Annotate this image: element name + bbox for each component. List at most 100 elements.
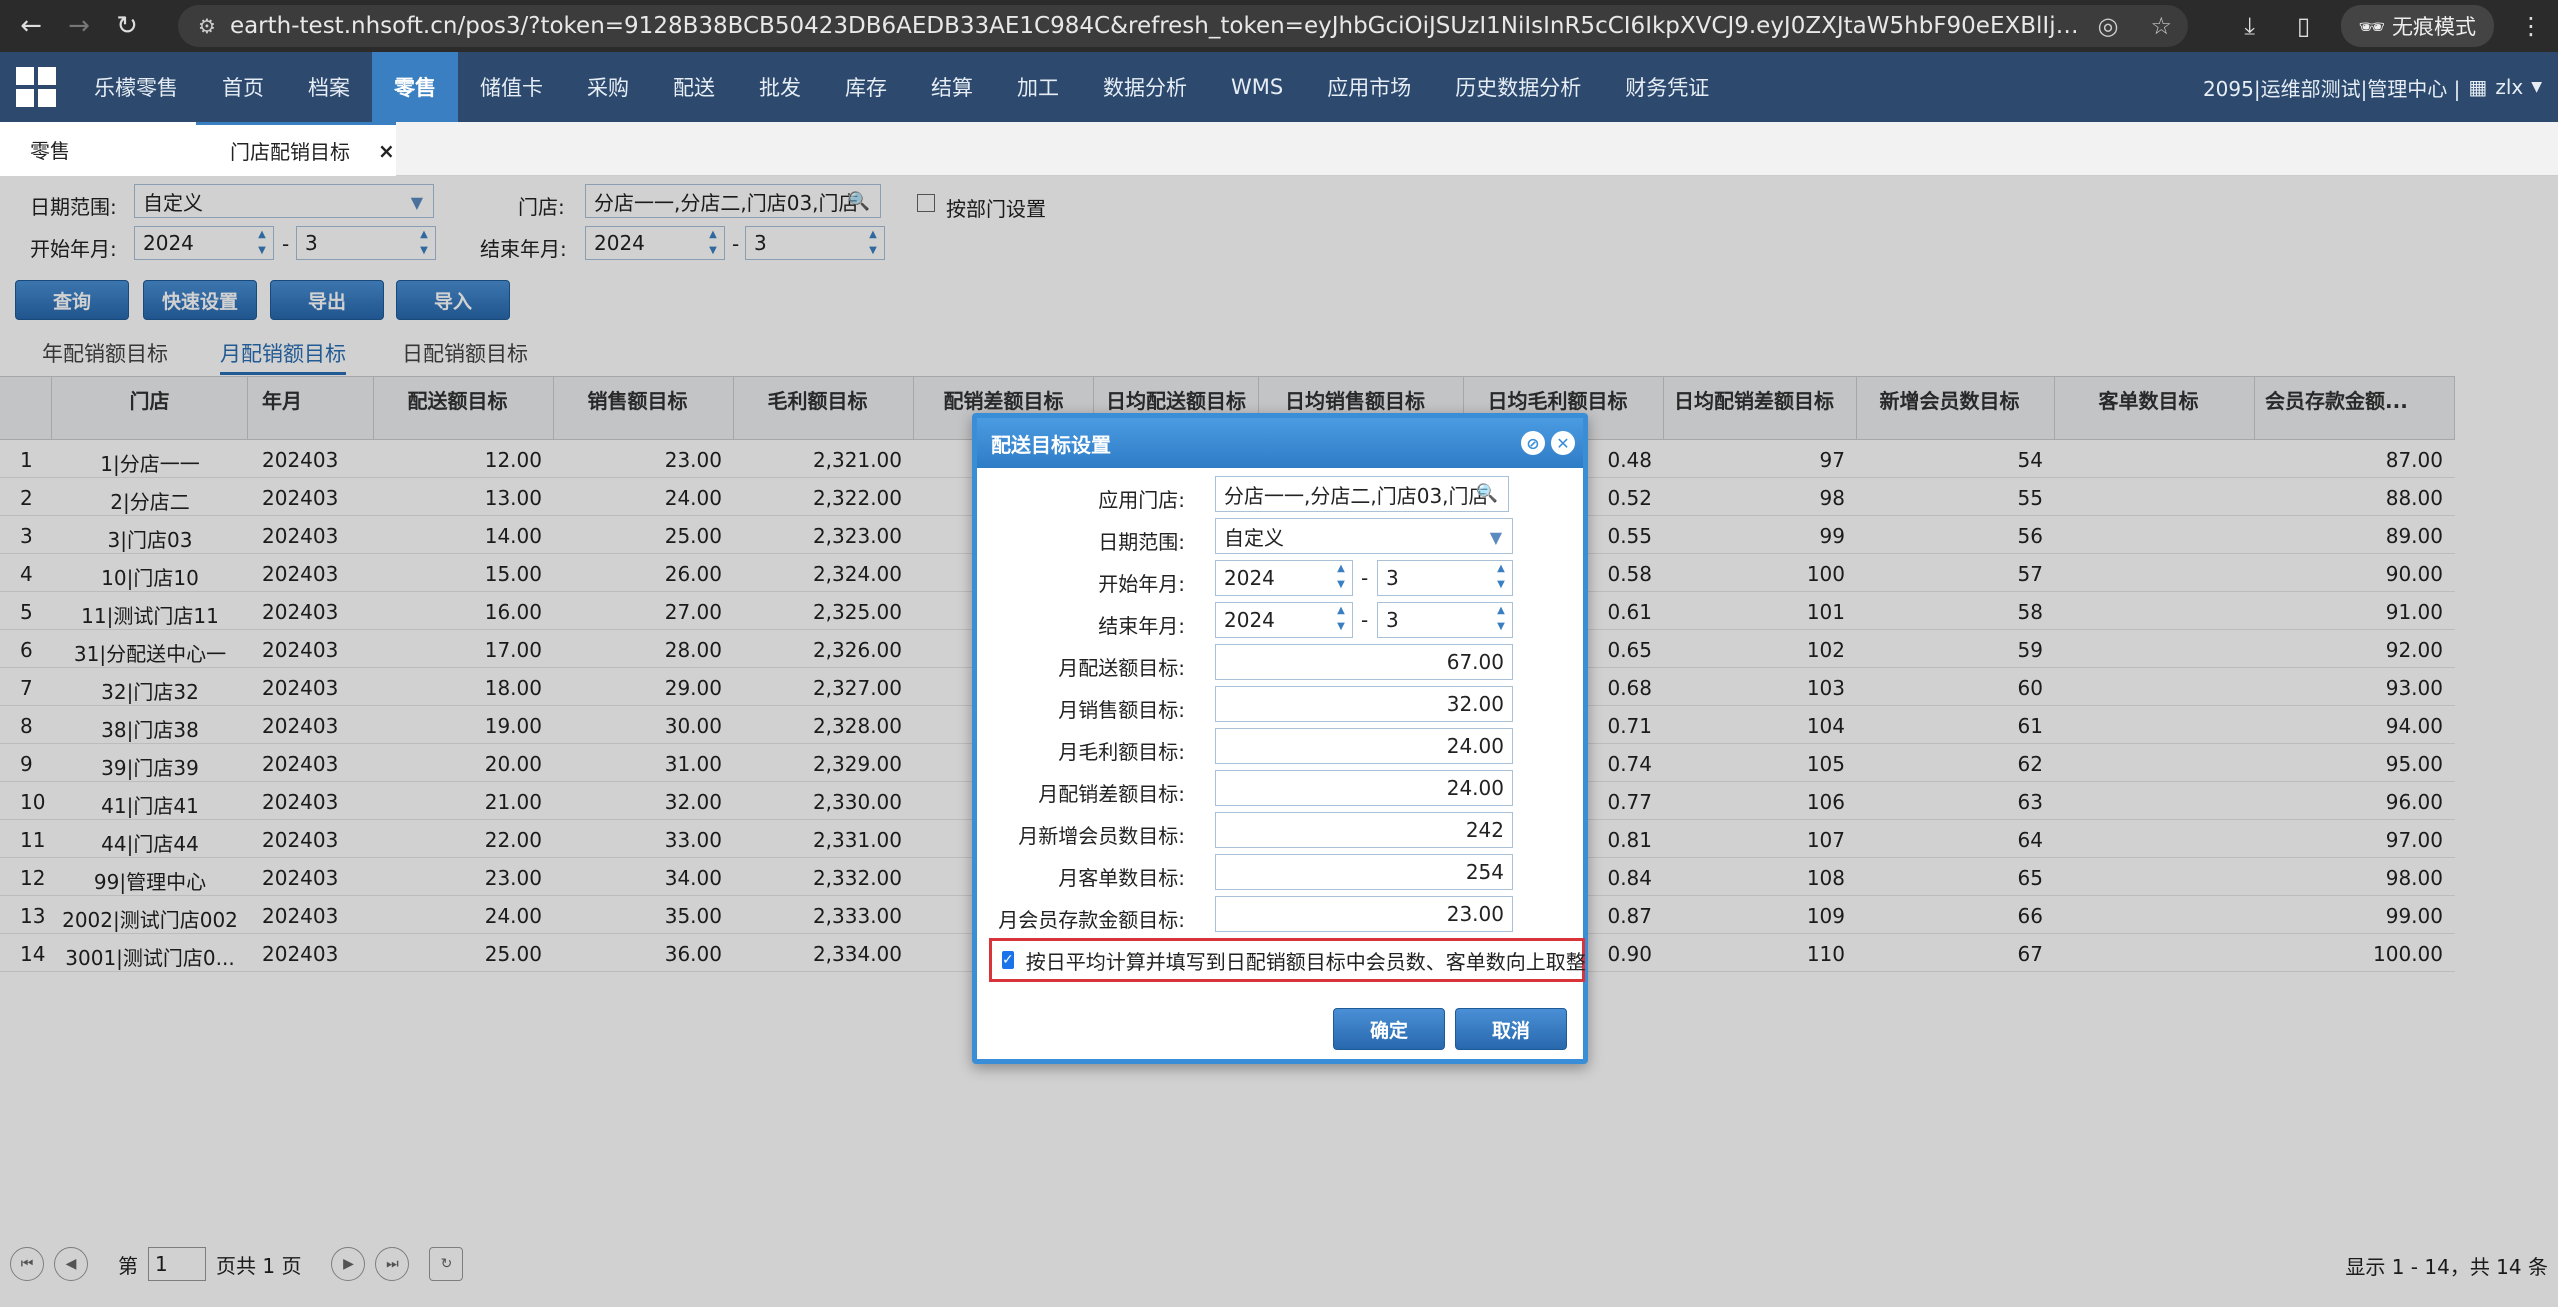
dialog-target-input[interactable]: 32.00 (1215, 686, 1513, 722)
dialog-target-label: 月配销差额目标: (1038, 782, 1185, 806)
dialog-end-month-spinner[interactable]: 3 ▲ ▼ (1377, 602, 1513, 638)
spinner-arrows-icon[interactable]: ▲ ▼ (1492, 563, 1510, 591)
nav-item-processing[interactable]: 加工 (995, 52, 1081, 122)
tab-store-target[interactable]: 门店配销目标 × (196, 122, 396, 176)
dash: - (1361, 566, 1369, 590)
eye-off-icon[interactable]: ◎ (2098, 12, 2119, 40)
menu-icon[interactable]: ⋮ (2504, 12, 2558, 40)
dialog-target-input[interactable]: 254 (1215, 854, 1513, 890)
nav-item-wms[interactable]: WMS (1209, 52, 1305, 122)
reload-icon[interactable]: ↻ (110, 9, 144, 43)
chevron-down-icon[interactable]: ▼ (2531, 79, 2542, 95)
dialog-target-row: 月新增会员数目标: 242 (977, 812, 1583, 850)
dialog-target-label: 月新增会员数目标: (1018, 824, 1185, 848)
dash: - (1361, 608, 1369, 632)
app-grid-icon[interactable] (16, 67, 56, 107)
dialog-start-year-spinner[interactable]: 2024 ▲ ▼ (1215, 560, 1353, 596)
user-name[interactable]: zlx (2495, 75, 2523, 99)
app-nav-bar: 乐檬零售 首页 档案 零售 储值卡 采购 配送 批发 库存 结算 加工 数据分析… (0, 52, 2558, 122)
nav-item-archive[interactable]: 档案 (286, 52, 372, 122)
incognito-badge[interactable]: 🕶 无痕模式 (2340, 5, 2494, 47)
incognito-label: 无痕模式 (2392, 15, 2476, 39)
dialog-title: 配送目标设置 (991, 432, 1111, 457)
nav-item-app-market[interactable]: 应用市场 (1305, 52, 1433, 122)
dialog-target-label: 月客单数目标: (1058, 866, 1185, 890)
grid-menu-icon[interactable]: ▦ (2468, 75, 2487, 99)
dialog-target-row: 月配送额目标: 67.00 (977, 644, 1583, 682)
page-tab-strip: 零售 门店配销目标 × (0, 122, 2558, 176)
nav-item-brand[interactable]: 乐檬零售 (72, 52, 200, 122)
download-icon[interactable]: ⤓ (2223, 12, 2277, 40)
dialog-row-store: 应用门店: 分店一一,分店二,门店03,门店 🔍 (977, 476, 1583, 514)
search-icon[interactable]: 🔍 (1476, 483, 1498, 504)
sidepanel-icon[interactable]: ▯ (2277, 12, 2331, 40)
dialog-target-input[interactable]: 23.00 (1215, 896, 1513, 932)
dialog-target-row: 月配销差额目标: 24.00 (977, 770, 1583, 808)
dialog-end-label: 结束年月: (1098, 614, 1185, 638)
dialog-target-input[interactable]: 24.00 (1215, 728, 1513, 764)
site-info-icon[interactable]: ⚙ (198, 14, 216, 38)
browser-toolbar: ← → ↻ ⚙ earth-test.nhsoft.cn/pos3/?token… (0, 0, 2558, 52)
nav-item-distribution[interactable]: 配送 (651, 52, 737, 122)
tab-retail[interactable]: 零售 (0, 122, 200, 176)
dialog-date-range-select[interactable]: 自定义 ▼ (1215, 518, 1513, 554)
checkbox-checked-icon[interactable]: ✓ (1002, 951, 1014, 969)
dialog-row-end: 结束年月: 2024 ▲ ▼ - 3 ▲ ▼ (977, 602, 1583, 640)
dialog-target-input[interactable]: 24.00 (1215, 770, 1513, 806)
daily-average-option[interactable]: ✓ 按日平均计算并填写到日配销额目标中会员数、客单数向上取整 (989, 938, 1586, 982)
dialog-target-label: 月毛利额目标: (1058, 740, 1185, 764)
nav-item-settlement[interactable]: 结算 (909, 52, 995, 122)
url-text: earth-test.nhsoft.cn/pos3/?token=9128B38… (229, 13, 2082, 39)
dialog-date-range-label: 日期范围: (1098, 530, 1185, 554)
nav-item-retail[interactable]: 零售 (372, 52, 458, 122)
dialog-start-label: 开始年月: (1098, 572, 1185, 596)
nav-item-history-analysis[interactable]: 历史数据分析 (1433, 52, 1603, 122)
spinner-arrows-icon[interactable]: ▲ ▼ (1332, 605, 1350, 633)
star-icon[interactable]: ☆ (2150, 12, 2172, 40)
dialog-date-range-value: 自定义 (1224, 525, 1284, 550)
close-icon[interactable]: ✕ (1551, 431, 1575, 455)
dialog-start-month-value: 3 (1386, 566, 1399, 590)
forward-icon[interactable]: → (62, 9, 96, 43)
nav-item-home[interactable]: 首页 (200, 52, 286, 122)
spinner-arrows-icon[interactable]: ▲ ▼ (1332, 563, 1350, 591)
tab-store-target-label: 门店配销目标 (230, 140, 350, 164)
dialog-target-row: 月客单数目标: 254 (977, 854, 1583, 892)
dialog-store-label: 应用门店: (1098, 488, 1185, 512)
dialog-store-input[interactable]: 分店一一,分店二,门店03,门店 🔍 (1215, 476, 1509, 512)
dialog-target-row: 月会员存款金额目标: 23.00 (977, 896, 1583, 934)
nav-item-purchase[interactable]: 采购 (565, 52, 651, 122)
daily-average-label: 按日平均计算并填写到日配销额目标中会员数、客单数向上取整 (1025, 949, 1586, 974)
close-icon[interactable]: × (378, 139, 395, 163)
dialog-target-label: 月销售额目标: (1058, 698, 1185, 722)
dialog-store-value: 分店一一,分店二,门店03,门店 (1224, 483, 1489, 508)
dialog-end-year-value: 2024 (1224, 608, 1275, 632)
back-icon[interactable]: ← (14, 9, 48, 43)
nav-item-stored-value-card[interactable]: 储值卡 (458, 52, 565, 122)
confirm-button[interactable]: 确定 (1333, 1008, 1445, 1050)
nav-item-inventory[interactable]: 库存 (823, 52, 909, 122)
cancel-button[interactable]: 取消 (1455, 1008, 1567, 1050)
dialog-end-year-spinner[interactable]: 2024 ▲ ▼ (1215, 602, 1353, 638)
dialog-end-month-value: 3 (1386, 608, 1399, 632)
nav-item-data-analysis[interactable]: 数据分析 (1081, 52, 1209, 122)
chevron-down-icon: ▼ (1489, 528, 1502, 547)
dialog-target-label: 月配送额目标: (1058, 656, 1185, 680)
org-info[interactable]: 2095|运维部测试|管理中心 | (2203, 73, 2460, 102)
minimize-icon[interactable]: ⊘ (1521, 431, 1545, 455)
dialog-target-label: 月会员存款金额目标: (998, 908, 1185, 932)
dialog-target-row: 月毛利额目标: 24.00 (977, 728, 1583, 766)
dialog-row-date-range: 日期范围: 自定义 ▼ (977, 518, 1583, 556)
dialog-target-input[interactable]: 242 (1215, 812, 1513, 848)
dialog-start-year-value: 2024 (1224, 566, 1275, 590)
dialog-header: 配送目标设置 ⊘ ✕ (977, 418, 1583, 468)
dialog-target-input[interactable]: 67.00 (1215, 644, 1513, 680)
dialog-row-start: 开始年月: 2024 ▲ ▼ - 3 ▲ ▼ (977, 560, 1583, 598)
nav-item-finance-voucher[interactable]: 财务凭证 (1603, 52, 1731, 122)
dialog-start-month-spinner[interactable]: 3 ▲ ▼ (1377, 560, 1513, 596)
spinner-arrows-icon[interactable]: ▲ ▼ (1492, 605, 1510, 633)
distribution-target-dialog: 配送目标设置 ⊘ ✕ 应用门店: 分店一一,分店二,门店03,门店 🔍 日期范围… (972, 413, 1588, 1064)
tab-retail-label: 零售 (30, 138, 70, 163)
address-bar[interactable]: ⚙ earth-test.nhsoft.cn/pos3/?token=9128B… (178, 5, 2188, 47)
nav-item-wholesale[interactable]: 批发 (737, 52, 823, 122)
